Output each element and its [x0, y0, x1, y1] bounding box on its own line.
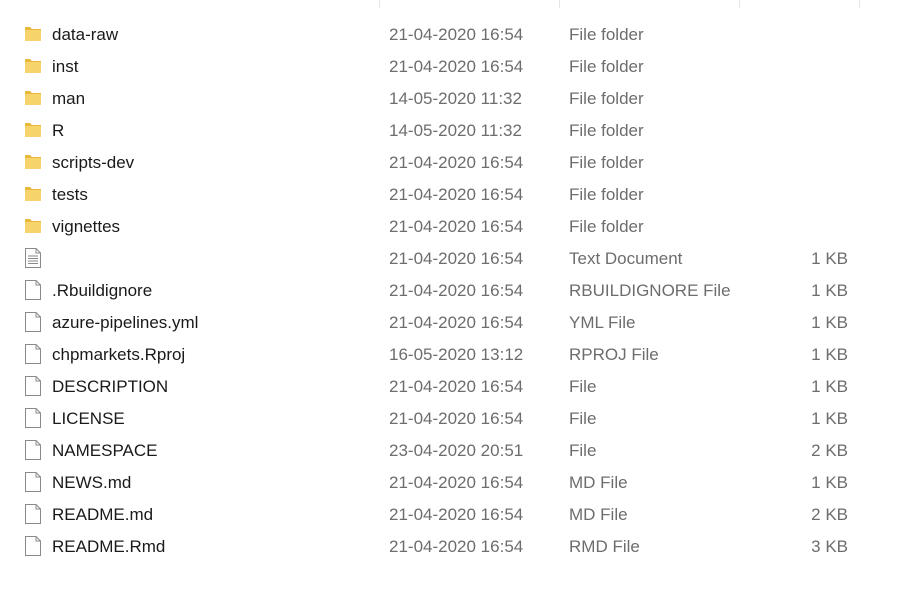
file-date-modified: 21-04-2020 16:54 [389, 473, 524, 492]
folder-icon [24, 88, 42, 108]
file-date-modified: 21-04-2020 16:54 [389, 57, 524, 76]
file-type: Text Document [569, 249, 683, 268]
file-size: 1 KB [811, 473, 848, 492]
file-icon [24, 312, 42, 332]
file-list: data-raw 21-04-2020 16:54 File folder inst 2… [0, 18, 909, 562]
file-date-modified: 21-04-2020 16:54 [389, 249, 524, 268]
file-date-modified: 21-04-2020 16:54 [389, 377, 524, 396]
folder-icon [24, 24, 42, 44]
file-date-modified: 21-04-2020 16:54 [389, 409, 524, 428]
file-name[interactable]: tests [52, 185, 88, 205]
column-divider-type[interactable] [559, 0, 560, 8]
file-type: MD File [569, 473, 628, 492]
file-icon [24, 344, 42, 364]
folder-row[interactable]: scripts-dev 21-04-2020 16:54 File folder [0, 146, 909, 178]
file-date-modified: 14-05-2020 11:32 [389, 89, 522, 108]
file-name[interactable]: data-raw [52, 25, 118, 45]
file-type: RMD File [569, 537, 640, 556]
file-size: 1 KB [811, 409, 848, 428]
file-type: File folder [569, 185, 644, 204]
folder-icon [24, 120, 42, 140]
file-type: File [569, 377, 597, 396]
text-document-icon [24, 248, 42, 268]
file-row[interactable]: NAMESPACE 23-04-2020 20:51 File 2 KB [0, 434, 909, 466]
column-divider-size[interactable] [739, 0, 740, 8]
file-date-modified: 21-04-2020 16:54 [389, 185, 524, 204]
file-date-modified: 16-05-2020 13:12 [389, 345, 524, 364]
folder-row[interactable]: vignettes 21-04-2020 16:54 File folder [0, 210, 909, 242]
file-date-modified: 21-04-2020 16:54 [389, 217, 524, 236]
file-date-modified: 14-05-2020 11:32 [389, 121, 522, 140]
file-date-modified: 21-04-2020 16:54 [389, 153, 524, 172]
file-date-modified: 21-04-2020 16:54 [389, 537, 524, 556]
file-type: File folder [569, 25, 644, 44]
file-type: File folder [569, 57, 644, 76]
file-name[interactable]: inst [52, 57, 78, 77]
file-row[interactable]: LICENSE 21-04-2020 16:54 File 1 KB [0, 402, 909, 434]
file-icon [24, 408, 42, 428]
file-date-modified: 21-04-2020 16:54 [389, 281, 524, 300]
file-icon [24, 536, 42, 556]
file-name[interactable]: NAMESPACE [52, 441, 158, 461]
file-type: File folder [569, 153, 644, 172]
file-row[interactable]: DESCRIPTION 21-04-2020 16:54 File 1 KB [0, 370, 909, 402]
file-type: File folder [569, 121, 644, 140]
file-type: File folder [569, 217, 644, 236]
folder-row[interactable]: man 14-05-2020 11:32 File folder [0, 82, 909, 114]
file-size: 3 KB [811, 537, 848, 556]
file-size: 2 KB [811, 505, 848, 524]
file-size: 1 KB [811, 249, 848, 268]
file-type: YML File [569, 313, 636, 332]
column-divider-date[interactable] [379, 0, 380, 8]
file-size: 1 KB [811, 377, 848, 396]
file-name[interactable]: man [52, 89, 85, 109]
file-icon [24, 472, 42, 492]
file-row[interactable]: README.Rmd 21-04-2020 16:54 RMD File 3 KB [0, 530, 909, 562]
file-icon [24, 504, 42, 524]
file-type: RBUILDIGNORE File [569, 281, 731, 300]
file-date-modified: 21-04-2020 16:54 [389, 313, 524, 332]
file-size: 1 KB [811, 281, 848, 300]
folder-row[interactable]: R 14-05-2020 11:32 File folder [0, 114, 909, 146]
file-type: MD File [569, 505, 628, 524]
file-date-modified: 21-04-2020 16:54 [389, 25, 524, 44]
folder-icon [24, 152, 42, 172]
file-size: 1 KB [811, 313, 848, 332]
file-name[interactable]: NEWS.md [52, 473, 131, 493]
folder-icon [24, 56, 42, 76]
folder-row[interactable]: tests 21-04-2020 16:54 File folder [0, 178, 909, 210]
file-type: File [569, 441, 597, 460]
file-row[interactable]: .Rbuildignore 21-04-2020 16:54 RBUILDIGNOR… [0, 274, 909, 306]
file-name[interactable]: chpmarkets.Rproj [52, 345, 185, 365]
folder-row[interactable]: data-raw 21-04-2020 16:54 File folder [0, 18, 909, 50]
file-row[interactable]: README.md 21-04-2020 16:54 MD File 2 KB [0, 498, 909, 530]
file-row[interactable]: azure-pipelines.yml 21-04-2020 16:54 YML F… [0, 306, 909, 338]
file-date-modified: 21-04-2020 16:54 [389, 505, 524, 524]
file-icon [24, 440, 42, 460]
file-name[interactable]: vignettes [52, 217, 120, 237]
file-name[interactable]: README.md [52, 505, 153, 525]
file-date-modified: 23-04-2020 20:51 [389, 441, 524, 460]
file-type: File [569, 409, 597, 428]
file-name[interactable]: DESCRIPTION [52, 377, 168, 397]
file-size: 2 KB [811, 441, 848, 460]
file-row[interactable]: 21-04-2020 16:54 Text Document 1 KB [0, 242, 909, 274]
folder-icon [24, 184, 42, 204]
folder-icon [24, 216, 42, 236]
file-name[interactable]: R [52, 121, 64, 141]
file-size: 1 KB [811, 345, 848, 364]
file-name[interactable]: LICENSE [52, 409, 125, 429]
folder-row[interactable]: inst 21-04-2020 16:54 File folder [0, 50, 909, 82]
file-row[interactable]: chpmarkets.Rproj 16-05-2020 13:12 RPROJ Fi… [0, 338, 909, 370]
column-divider-end[interactable] [859, 0, 860, 8]
file-name[interactable]: scripts-dev [52, 153, 134, 173]
file-name[interactable]: .Rbuildignore [52, 281, 152, 301]
file-type: File folder [569, 89, 644, 108]
file-name[interactable]: azure-pipelines.yml [52, 313, 198, 333]
file-row[interactable]: NEWS.md 21-04-2020 16:54 MD File 1 KB [0, 466, 909, 498]
file-icon [24, 376, 42, 396]
file-type: RPROJ File [569, 345, 659, 364]
file-icon [24, 280, 42, 300]
file-name[interactable]: README.Rmd [52, 537, 165, 557]
